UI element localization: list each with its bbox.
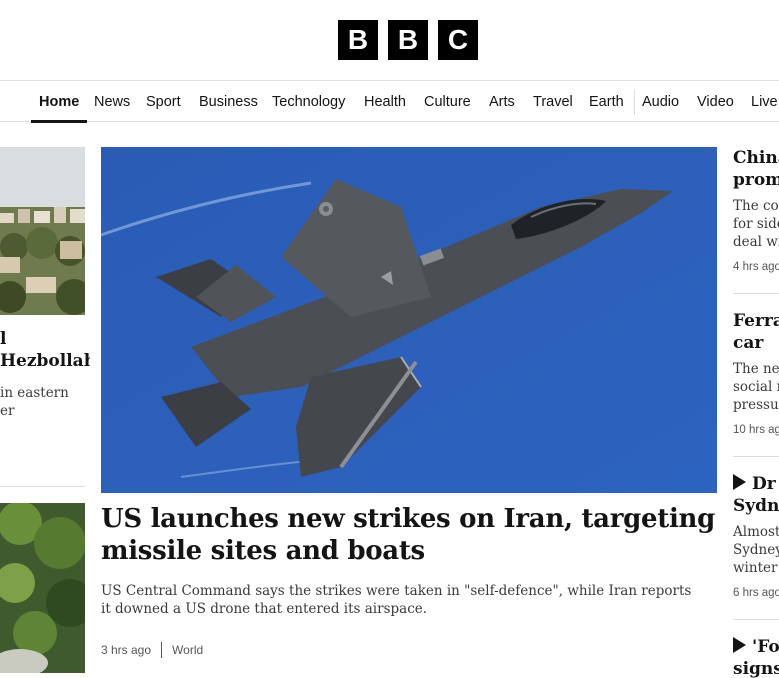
nav-travel[interactable]: Travel [533, 81, 573, 121]
hero-timestamp: 3 hrs ago [101, 643, 152, 657]
right-story-headline[interactable]: Dr Sydne [733, 473, 779, 517]
nav-sport[interactable]: Sport [146, 81, 181, 121]
summary-line: deal wi [733, 234, 779, 250]
nav-culture[interactable]: Culture [424, 81, 471, 121]
logo-letter-b1: B [338, 20, 378, 60]
hero-headline[interactable]: US launches new strikes on Iran, targeti… [101, 503, 717, 567]
logo-letter-c: C [438, 20, 478, 60]
right-story-3[interactable]: Dr Sydne Almost Sydney winter 6 hrs ago [733, 473, 779, 599]
main-nav: Home News Sport Business Technology Heal… [0, 80, 779, 123]
nav-news[interactable]: News [94, 81, 130, 121]
nav-home[interactable]: Home [30, 81, 88, 123]
summary-line: The co [733, 198, 779, 214]
summary-line: social r [733, 379, 779, 395]
headline-line: signs [733, 659, 779, 678]
nav-audio[interactable]: Audio [642, 81, 679, 121]
summary-line: Almost [733, 524, 779, 540]
nav-live[interactable]: Live [751, 81, 778, 121]
left-summary-line: in eastern [0, 385, 69, 401]
right-story-headline[interactable]: 'Fo signs [733, 636, 779, 678]
headline-line: China [733, 148, 779, 168]
headline-line: Dr [752, 474, 776, 494]
right-divider [733, 293, 779, 294]
headline-line: promi [733, 170, 779, 190]
right-story-timestamp: 10 hrs ago [733, 424, 779, 436]
left-story-summary: in eastern er [0, 384, 90, 420]
right-story-1[interactable]: China promi The co for side deal wi 4 hr… [733, 147, 779, 273]
nav-separator [634, 89, 635, 115]
right-story-timestamp: 4 hrs ago [733, 261, 779, 273]
right-divider [733, 456, 779, 457]
nav-earth[interactable]: Earth [589, 81, 624, 121]
right-story-timestamp: 6 hrs ago [733, 587, 779, 599]
nav-arts[interactable]: Arts [489, 81, 515, 121]
hero-summary: US Central Command says the strikes were… [101, 583, 692, 617]
summary-line: The ne [733, 361, 779, 377]
right-story-summary: Almost Sydney winter [733, 523, 779, 577]
nav-video[interactable]: Video [697, 81, 734, 121]
nav-technology[interactable]: Technology [272, 81, 345, 121]
left-divider [0, 486, 85, 487]
right-story-summary: The ne social r pressur [733, 360, 779, 414]
left-story-image[interactable] [0, 147, 85, 315]
right-divider [733, 619, 779, 620]
headline-line: Ferrar [733, 311, 779, 331]
hero-meta: 3 hrs ago World [101, 641, 203, 659]
headline-line: 'Fo [752, 637, 779, 657]
logo-letter-b2: B [388, 20, 428, 60]
right-story-summary: The co for side deal wi [733, 197, 779, 251]
right-column: China promi The co for side deal wi 4 hr… [733, 147, 779, 678]
right-story-2[interactable]: Ferrar car The ne social r pressur 10 hr… [733, 310, 779, 436]
nav-business[interactable]: Business [199, 81, 258, 121]
right-story-4[interactable]: 'Fo signs [733, 636, 779, 678]
play-icon [733, 637, 746, 653]
play-icon [733, 474, 746, 490]
left-story-headline[interactable]: l Hezbollah [0, 328, 90, 372]
hero-section-link[interactable]: World [172, 643, 203, 657]
summary-line: pressur [733, 397, 779, 413]
left-headline-line: Hezbollah [0, 351, 90, 371]
meta-separator [161, 642, 163, 658]
right-story-headline[interactable]: Ferrar car [733, 310, 779, 354]
summary-line: winter [733, 560, 778, 576]
bbc-logo[interactable]: B B C [338, 20, 478, 60]
left-headline-line: l [0, 329, 7, 349]
left-summary-line: er [0, 403, 15, 419]
right-story-headline[interactable]: China promi [733, 147, 779, 191]
summary-line: Sydney [733, 542, 779, 558]
headline-line: car [733, 333, 764, 353]
summary-line: for side [733, 216, 779, 232]
left-story-image-2[interactable] [0, 503, 85, 673]
headline-line: Sydne [733, 496, 779, 516]
hero-image[interactable] [101, 147, 717, 493]
nav-health[interactable]: Health [364, 81, 406, 121]
